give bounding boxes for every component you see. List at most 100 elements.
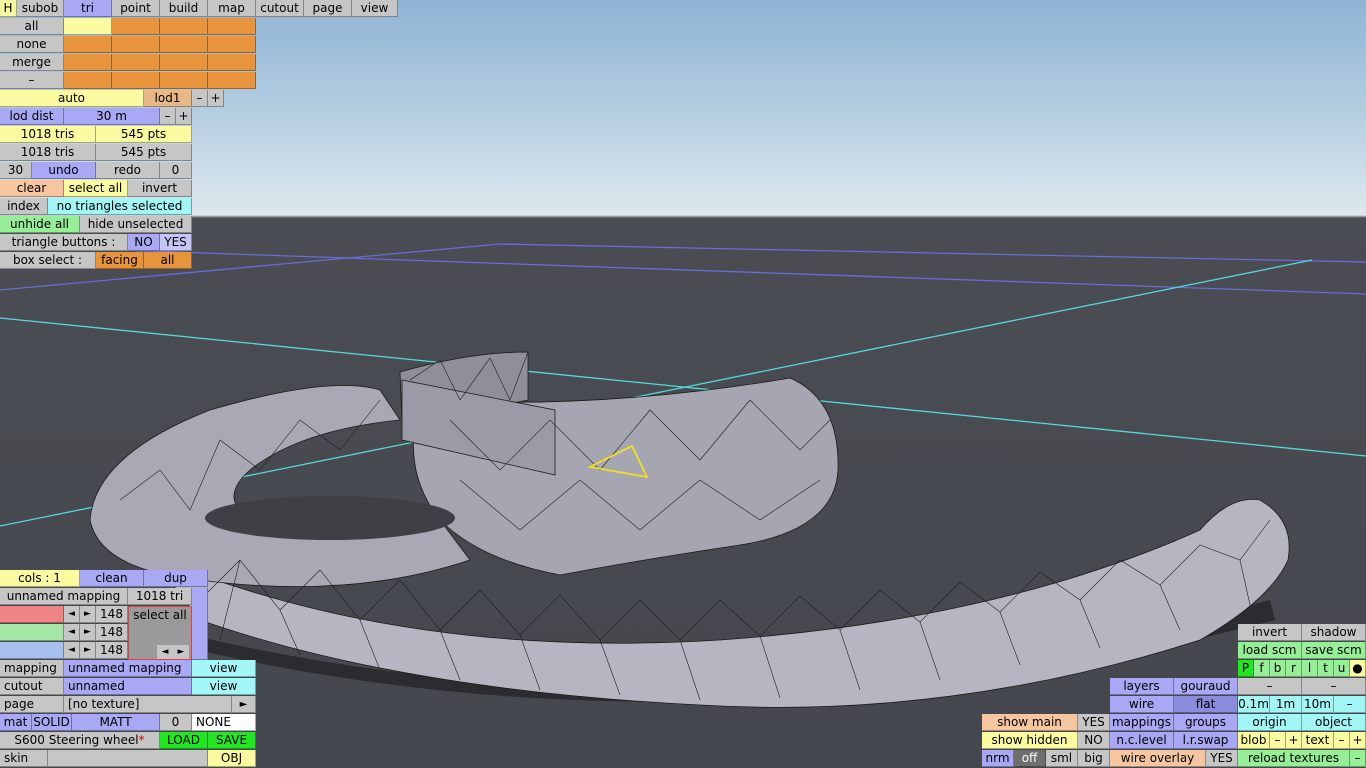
clean-button[interactable]: clean — [80, 570, 144, 587]
reload-textures-button[interactable]: reload textures — [1238, 750, 1350, 767]
load-button[interactable]: LOAD — [160, 732, 208, 749]
reload-textures-minus[interactable]: – — [1350, 750, 1366, 767]
triangle-buttons-yes[interactable]: YES — [160, 234, 192, 251]
select-slot[interactable] — [64, 18, 112, 35]
layers-button[interactable]: layers — [1110, 678, 1174, 695]
tab-view[interactable]: view — [352, 0, 398, 17]
select-all-row[interactable]: all — [0, 18, 64, 35]
grid-01m-button[interactable]: 0.1m — [1238, 696, 1270, 713]
wire-button[interactable]: wire — [1110, 696, 1174, 713]
lod-plus-button[interactable]: + — [208, 90, 224, 107]
select-dash-row[interactable]: – — [0, 72, 64, 89]
select-slot[interactable] — [208, 72, 256, 89]
object-button[interactable]: object — [1302, 714, 1366, 731]
select-slot[interactable] — [160, 54, 208, 71]
green-right-arrow[interactable]: ► — [80, 624, 96, 641]
flag-t-button[interactable]: t — [1318, 660, 1334, 677]
undo-button[interactable]: undo — [32, 162, 96, 179]
blue-left-arrow[interactable]: ◄ — [64, 642, 80, 659]
flat-button[interactable]: flat — [1174, 696, 1238, 713]
red-right-arrow[interactable]: ► — [80, 606, 96, 623]
blue-right-arrow[interactable]: ► — [80, 642, 96, 659]
swatch-select-all[interactable]: select all — [129, 607, 191, 624]
mappings-button[interactable]: mappings — [1110, 714, 1174, 731]
tab-point[interactable]: point — [112, 0, 160, 17]
steering-wheel-mesh[interactable] — [89, 351, 1290, 708]
select-slot[interactable] — [208, 54, 256, 71]
clear-button[interactable]: clear — [0, 180, 64, 197]
select-slot[interactable] — [112, 36, 160, 53]
blue-slider[interactable] — [0, 642, 64, 659]
load-scm-button[interactable]: load scm — [1238, 642, 1302, 659]
mapping-scrollbar[interactable] — [192, 588, 208, 660]
blob-minus-button[interactable]: – — [1270, 732, 1286, 749]
cutout-value[interactable]: unnamed — [64, 678, 192, 695]
select-all-button[interactable]: select all — [64, 180, 128, 197]
select-slot[interactable] — [160, 72, 208, 89]
select-slot[interactable] — [64, 36, 112, 53]
tab-map[interactable]: map — [208, 0, 256, 17]
tab-tri[interactable]: tri — [64, 0, 112, 17]
flag-b-button[interactable]: b — [1270, 660, 1286, 677]
select-slot[interactable] — [160, 18, 208, 35]
show-hidden-value[interactable]: NO — [1078, 732, 1110, 749]
invert-button[interactable]: invert — [128, 180, 192, 197]
grid-10m-button[interactable]: 10m — [1302, 696, 1334, 713]
skin-value[interactable] — [48, 750, 208, 767]
save-button[interactable]: SAVE — [208, 732, 256, 749]
select-slot[interactable] — [208, 36, 256, 53]
normals-label[interactable]: nrm — [982, 750, 1014, 767]
show-hidden-label[interactable]: show hidden — [982, 732, 1078, 749]
blob-plus-button[interactable]: + — [1286, 732, 1302, 749]
gouraud-button[interactable]: gouraud — [1174, 678, 1238, 695]
tab-cutout[interactable]: cutout — [256, 0, 304, 17]
tab-build[interactable]: build — [160, 0, 208, 17]
dup-button[interactable]: dup — [144, 570, 208, 587]
lod-name[interactable]: lod1 — [144, 90, 192, 107]
select-slot[interactable] — [208, 18, 256, 35]
none-value[interactable]: NONE — [192, 714, 256, 731]
normals-sml-button[interactable]: sml — [1046, 750, 1078, 767]
select-none-row[interactable]: none — [0, 36, 64, 53]
cutout-view-button[interactable]: view — [192, 678, 256, 695]
obj-button[interactable]: OBJ — [208, 750, 256, 767]
dash-button-2[interactable]: – — [1302, 678, 1366, 695]
lod-auto-button[interactable]: auto — [0, 90, 144, 107]
flag-p-button[interactable]: P — [1238, 660, 1254, 677]
flag-dot-button[interactable]: ● — [1350, 660, 1366, 677]
lod-dist-value[interactable]: 30 m — [64, 108, 160, 125]
select-slot[interactable] — [64, 54, 112, 71]
mapping-name[interactable]: unnamed mapping — [0, 588, 128, 605]
select-slot[interactable] — [160, 36, 208, 53]
page-value[interactable]: [no texture] — [64, 696, 232, 713]
triangle-buttons-no[interactable]: NO — [128, 234, 160, 251]
cols-button[interactable]: cols : 1 — [0, 570, 80, 587]
select-slot[interactable] — [64, 72, 112, 89]
grid-minus-button[interactable]: – — [1334, 696, 1366, 713]
color-swatch[interactable]: select all ◄ ► — [128, 606, 192, 660]
box-select-all[interactable]: all — [144, 252, 192, 269]
hide-unselected-button[interactable]: hide unselected — [80, 216, 192, 233]
groups-button[interactable]: groups — [1174, 714, 1238, 731]
wire-overlay-label[interactable]: wire overlay — [1110, 750, 1206, 767]
swatch-left-arrow[interactable]: ◄ — [157, 645, 173, 659]
mapping-value[interactable]: unnamed mapping — [64, 660, 192, 677]
green-left-arrow[interactable]: ◄ — [64, 624, 80, 641]
lr-swap-button[interactable]: l.r.swap — [1174, 732, 1238, 749]
tab-subob[interactable]: subob — [17, 0, 64, 17]
text-minus-button[interactable]: – — [1334, 732, 1350, 749]
save-scm-button[interactable]: save scm — [1302, 642, 1366, 659]
box-select-facing[interactable]: facing — [96, 252, 144, 269]
object-name[interactable]: S600 Steering wheel* — [0, 732, 160, 749]
matt-button[interactable]: MATT — [72, 714, 160, 731]
swatch-right-arrow[interactable]: ► — [173, 645, 189, 659]
lod-dist-minus-button[interactable]: – — [160, 108, 176, 125]
redo-button[interactable]: redo — [96, 162, 160, 179]
grid-1m-button[interactable]: 1m — [1270, 696, 1302, 713]
tab-page[interactable]: page — [304, 0, 352, 17]
nc-level-button[interactable]: n.c.level — [1110, 732, 1174, 749]
page-arrow-button[interactable]: ► — [232, 696, 256, 713]
lod-dist-plus-button[interactable]: + — [176, 108, 192, 125]
lod-minus-button[interactable]: – — [192, 90, 208, 107]
solid-button[interactable]: SOLID — [32, 714, 72, 731]
